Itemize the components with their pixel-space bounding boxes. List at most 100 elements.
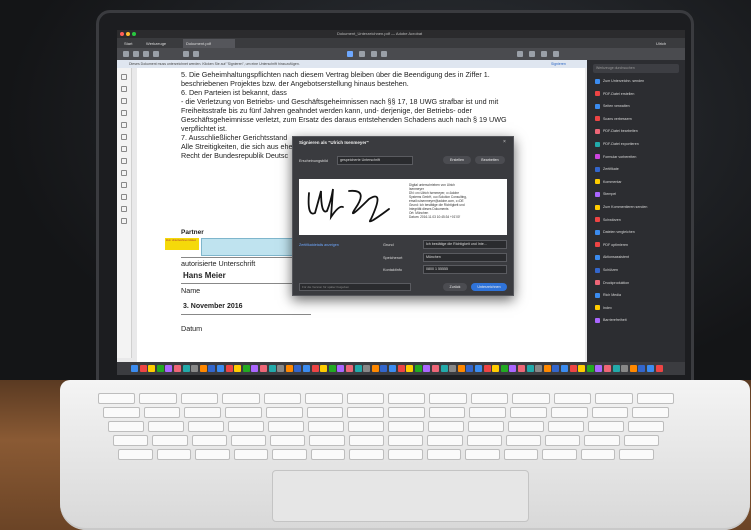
dock-app-icon[interactable] xyxy=(440,365,448,372)
dock-app-icon[interactable] xyxy=(380,365,388,372)
tool-item[interactable]: Formular vorbereiten xyxy=(595,154,636,160)
dock-app-icon[interactable] xyxy=(586,365,594,372)
dock-app-icon[interactable] xyxy=(225,365,233,372)
dock-app-icon[interactable] xyxy=(294,365,302,372)
dock-app-icon[interactable] xyxy=(612,365,620,372)
dock-app-icon[interactable] xyxy=(139,365,147,372)
dock-app-icon[interactable] xyxy=(466,365,474,372)
dock-app-icon[interactable] xyxy=(389,365,396,372)
dock-app-icon[interactable] xyxy=(208,365,216,372)
dock-app-icon[interactable] xyxy=(500,365,508,372)
dock-app-icon[interactable] xyxy=(346,365,353,372)
comment-icon[interactable] xyxy=(517,51,523,57)
destinations-icon[interactable] xyxy=(121,182,127,188)
lock-document-checkbox[interactable]: Für die Version für später freigeben xyxy=(299,283,411,291)
create-button[interactable]: Erstellen xyxy=(443,156,471,164)
user-name[interactable]: Ulrich xyxy=(653,39,669,48)
dock-app-icon[interactable] xyxy=(518,365,525,372)
security-icon[interactable] xyxy=(121,194,127,200)
dock-app-icon[interactable] xyxy=(199,365,207,372)
dock-app-icon[interactable] xyxy=(449,365,457,372)
sign-here-tag[interactable]: Zum Unterzeichnen klicken xyxy=(165,238,199,250)
dock-app-icon[interactable] xyxy=(363,365,371,372)
back-button[interactable]: Zurück xyxy=(443,283,467,291)
content-icon[interactable] xyxy=(121,134,127,140)
zoom-in-icon[interactable] xyxy=(381,51,387,57)
dock-app-icon[interactable] xyxy=(131,365,138,372)
tab-document[interactable]: Dokument.pdf xyxy=(183,39,235,48)
sign-icon[interactable] xyxy=(541,51,547,57)
dock-app-icon[interactable] xyxy=(303,365,310,372)
dock-app-icon[interactable] xyxy=(354,365,362,372)
tool-item[interactable]: Stempel xyxy=(595,191,616,197)
tool-item[interactable]: Schützen xyxy=(595,267,618,273)
tool-item[interactable]: PDF-Datei bearbeiten xyxy=(595,128,638,134)
tool-item[interactable]: PDF-Datei exportieren xyxy=(595,141,639,147)
dock-app-icon[interactable] xyxy=(217,365,224,372)
dock-app-icon[interactable] xyxy=(406,365,414,372)
tool-item[interactable]: Schwärzen xyxy=(595,217,621,223)
dock-app-icon[interactable] xyxy=(492,365,500,372)
dock-app-icon[interactable] xyxy=(543,365,551,372)
order-icon[interactable] xyxy=(121,158,127,164)
dock-app-icon[interactable] xyxy=(432,365,439,372)
page-down-icon[interactable] xyxy=(193,51,199,57)
save-icon[interactable] xyxy=(123,51,129,57)
dock-app-icon[interactable] xyxy=(569,365,577,372)
signatures-icon[interactable] xyxy=(121,110,127,116)
fields-icon[interactable] xyxy=(121,170,127,176)
dock-app-icon[interactable] xyxy=(251,365,259,372)
layers-icon[interactable] xyxy=(121,122,127,128)
dock-app-icon[interactable] xyxy=(320,365,328,372)
hand-icon[interactable] xyxy=(359,51,365,57)
search-icon[interactable] xyxy=(153,51,159,57)
page-up-icon[interactable] xyxy=(183,51,189,57)
dock-app-icon[interactable] xyxy=(371,365,379,372)
model-tree-icon[interactable] xyxy=(121,206,127,212)
attachments-icon[interactable] xyxy=(121,98,127,104)
dock-app-icon[interactable] xyxy=(561,365,568,372)
tags-icon[interactable] xyxy=(121,146,127,152)
help-icon[interactable] xyxy=(121,218,127,224)
print-icon[interactable] xyxy=(133,51,139,57)
dock-app-icon[interactable] xyxy=(621,365,629,372)
tool-item[interactable]: Index xyxy=(595,305,612,311)
select-icon[interactable] xyxy=(347,51,353,57)
dock-app-icon[interactable] xyxy=(234,365,242,372)
dock-app-icon[interactable] xyxy=(535,365,543,372)
tool-item[interactable]: Barrierefreiheit xyxy=(595,317,627,323)
dock-app-icon[interactable] xyxy=(509,365,517,372)
dock-app-icon[interactable] xyxy=(475,365,482,372)
contact-input[interactable]: 0800 1 55555 xyxy=(423,265,507,274)
tab-tools[interactable]: Werkzeuge xyxy=(143,39,169,48)
share-icon[interactable] xyxy=(553,51,559,57)
tool-item[interactable]: Dateien vergleichen xyxy=(595,229,635,235)
dock-app-icon[interactable] xyxy=(423,365,431,372)
dock-app-icon[interactable] xyxy=(655,365,663,372)
tool-item[interactable]: Rich Media xyxy=(595,292,621,298)
sign-button[interactable]: Unterzeichnen xyxy=(471,283,507,291)
dock-app-icon[interactable] xyxy=(242,365,250,372)
dock-app-icon[interactable] xyxy=(260,365,267,372)
zoom-out-icon[interactable] xyxy=(371,51,377,57)
reason-select[interactable]: Ich bestätige die Richtigkeit und Inte..… xyxy=(423,240,507,249)
dock-app-icon[interactable] xyxy=(174,365,181,372)
dock-app-icon[interactable] xyxy=(457,365,465,372)
tool-item[interactable]: Druckproduktion xyxy=(595,280,629,286)
dock-app-icon[interactable] xyxy=(526,365,534,372)
dock-app-icon[interactable] xyxy=(165,365,173,372)
tool-item[interactable]: Zum Unterzeichn. senden xyxy=(595,78,644,84)
tab-start[interactable]: Start xyxy=(121,39,135,48)
dock-app-icon[interactable] xyxy=(191,365,199,372)
dock-app-icon[interactable] xyxy=(285,365,293,372)
dock-app-icon[interactable] xyxy=(148,365,156,372)
tool-item[interactable]: Scans verbessern xyxy=(595,116,632,122)
dock-app-icon[interactable] xyxy=(629,365,637,372)
pen-icon[interactable] xyxy=(529,51,535,57)
page-thumbnails-icon[interactable] xyxy=(121,74,127,80)
dock-app-icon[interactable] xyxy=(483,365,491,372)
dock-app-icon[interactable] xyxy=(182,365,190,372)
dock-app-icon[interactable] xyxy=(578,365,586,372)
minimize-icon[interactable] xyxy=(126,32,130,36)
close-icon[interactable] xyxy=(120,32,124,36)
